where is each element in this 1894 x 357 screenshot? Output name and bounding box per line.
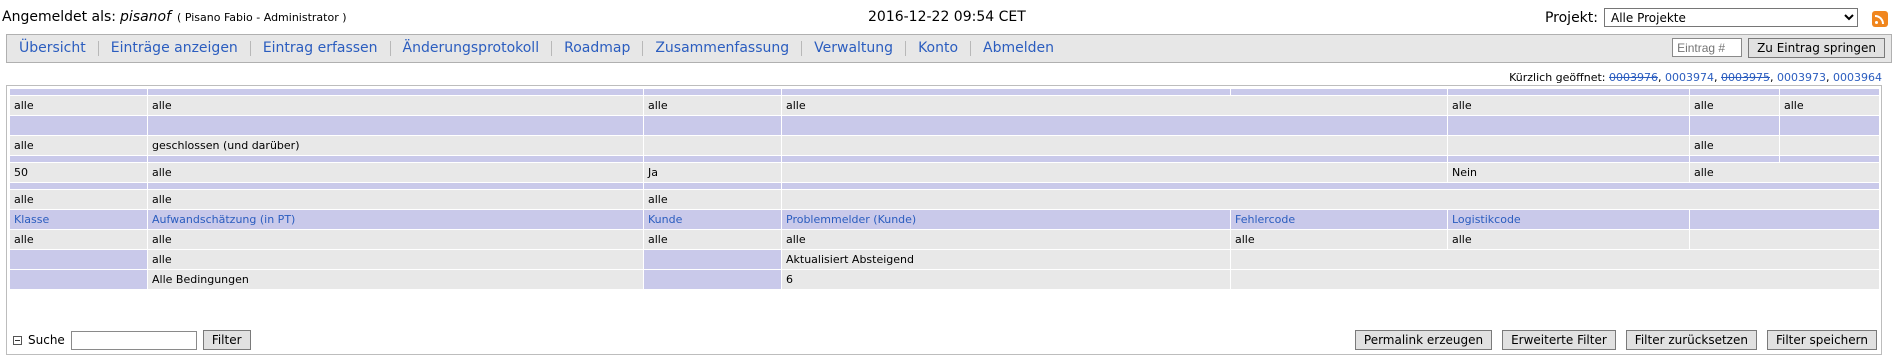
filter-value[interactable]: alle	[1779, 95, 1880, 116]
filter-header-row	[9, 115, 1880, 136]
filter-value[interactable]: alle	[1230, 229, 1448, 250]
filter-value[interactable]: 50	[9, 162, 148, 183]
filter-action-buttons: Permalink erzeugen Erweiterte Filter Fil…	[1354, 330, 1877, 350]
filter-value[interactable]: alle	[9, 95, 148, 116]
recent-link[interactable]: 0003964	[1833, 71, 1882, 84]
recent-link[interactable]: 0003976	[1609, 71, 1658, 84]
filter-button[interactable]: Filter	[202, 330, 251, 350]
filter-value-row: alle alle alle	[9, 189, 1880, 210]
recently-opened: Kürzlich geöffnet: 0003976, 0003974, 000…	[1509, 71, 1882, 84]
filter-value[interactable]: alle	[643, 189, 782, 210]
main-menu-bar: Übersicht Einträge anzeigen Eintrag erfa…	[6, 34, 1892, 63]
filter-value[interactable]: Nein	[1447, 162, 1690, 183]
menu-item-konto[interactable]: Konto	[906, 41, 972, 56]
filter-value-row: 50 alle Ja Nein alle	[9, 162, 1880, 183]
custom-field-value-row: alle alle alle alle alle alle	[9, 229, 1880, 250]
top-bar: Angemeldet als: pisanof ( Pisano Fabio - A…	[0, 0, 1894, 34]
main-menu: Übersicht Einträge anzeigen Eintrag erfa…	[7, 41, 1066, 56]
filter-value[interactable]: Ja	[643, 162, 782, 183]
filter-value[interactable]: alle	[147, 229, 644, 250]
filter-label-kunde[interactable]: Kunde	[643, 209, 782, 230]
filter-actions-bar: Suche Filter Permalink erzeugen Erweiter…	[11, 328, 1877, 350]
filter-value[interactable]: alle	[9, 189, 148, 210]
reset-filter-button[interactable]: Filter zurücksetzen	[1625, 330, 1757, 350]
filter-value-row: alle geschlossen (und darüber) alle	[9, 135, 1880, 156]
menu-item-uebersicht[interactable]: Übersicht	[7, 41, 99, 56]
match-type-value[interactable]: Alle Bedingungen	[147, 269, 644, 290]
project-selector: Projekt: Alle Projekte	[1545, 8, 1858, 27]
filter-value[interactable]: geschlossen (und darüber)	[147, 135, 644, 156]
menu-item-aenderungsprotokoll[interactable]: Änderungsprotokoll	[391, 41, 553, 56]
sort-value[interactable]: Aktualisiert Absteigend	[781, 249, 1231, 270]
rss-icon[interactable]	[1872, 11, 1888, 27]
advanced-filter-button[interactable]: Erweiterte Filter	[1502, 330, 1616, 350]
filter-label-klasse[interactable]: Klasse	[9, 209, 148, 230]
filter-header-row	[9, 88, 1880, 96]
menu-item-verwaltung[interactable]: Verwaltung	[802, 41, 907, 56]
recently-opened-label: Kürzlich geöffnet:	[1509, 71, 1606, 84]
search-input[interactable]	[70, 330, 197, 350]
filter-value-row: alle alle alle alle alle alle alle	[9, 95, 1880, 116]
filter-header-row	[9, 182, 1880, 190]
menu-item-eintraege-anzeigen[interactable]: Einträge anzeigen	[99, 41, 251, 56]
filter-value[interactable]: alle	[1689, 135, 1780, 156]
filter-value[interactable]: 6	[781, 269, 1231, 290]
filter-label-aufwand[interactable]: Aufwandschätzung (in PT)	[147, 209, 644, 230]
filter-value[interactable]: alle	[643, 229, 782, 250]
menu-item-eintrag-erfassen[interactable]: Eintrag erfassen	[251, 41, 391, 56]
entry-number-input[interactable]	[1672, 38, 1743, 57]
search-area: Suche Filter	[13, 330, 251, 350]
filter-value[interactable]: alle	[1447, 229, 1690, 250]
filter-table: alle alle alle alle alle alle alle alle …	[9, 88, 1880, 290]
save-filter-button[interactable]: Filter speichern	[1766, 330, 1877, 350]
filter-value[interactable]: alle	[781, 95, 1448, 116]
project-label: Projekt:	[1544, 9, 1598, 26]
search-label: Suche	[28, 333, 65, 347]
filter-value[interactable]: alle	[147, 162, 644, 183]
menu-item-zusammenfassung[interactable]: Zusammenfassung	[643, 41, 803, 56]
project-select[interactable]: Alle Projekte	[1604, 8, 1858, 27]
menu-item-roadmap[interactable]: Roadmap	[552, 41, 644, 56]
filter-label-logistikcode[interactable]: Logistikcode	[1447, 209, 1690, 230]
current-datetime: 2016-12-22 09:54 CET	[868, 9, 1026, 25]
filter-value[interactable]: alle	[9, 135, 148, 156]
login-label: Angemeldet als:	[2, 9, 117, 25]
jump-to-entry-button[interactable]: Zu Eintrag springen	[1748, 38, 1885, 58]
filter-value[interactable]: alle	[1447, 95, 1690, 116]
custom-field-label-row: Klasse Aufwandschätzung (in PT) Kunde Pr…	[9, 209, 1880, 230]
menu-item-abmelden[interactable]: Abmelden	[971, 41, 1066, 56]
recent-link[interactable]: 0003974	[1665, 71, 1714, 84]
filter-value[interactable]: alle	[1689, 162, 1880, 183]
jump-to-entry: Zu Eintrag springen	[1672, 38, 1885, 58]
filter-header-row	[9, 155, 1880, 163]
filter-value[interactable]: alle	[1689, 95, 1780, 116]
filter-label-fehlercode[interactable]: Fehlercode	[1230, 209, 1448, 230]
filter-value-row: Alle Bedingungen 6	[9, 269, 1880, 290]
filter-panel: alle alle alle alle alle alle alle alle …	[6, 85, 1882, 355]
recent-link[interactable]: 0003973	[1777, 71, 1826, 84]
filter-value[interactable]: alle	[9, 229, 148, 250]
filter-label-problemmelder[interactable]: Problemmelder (Kunde)	[781, 209, 1231, 230]
collapse-icon[interactable]	[13, 335, 22, 345]
filter-value-row: alle Aktualisiert Absteigend	[9, 249, 1880, 270]
filter-value[interactable]: alle	[147, 249, 644, 270]
recent-link[interactable]: 0003975	[1721, 71, 1770, 84]
filter-value[interactable]: alle	[147, 189, 644, 210]
filter-value[interactable]: alle	[781, 229, 1231, 250]
login-info: Angemeldet als: pisanof ( Pisano Fabio - A…	[2, 9, 347, 25]
filter-value[interactable]: alle	[147, 95, 644, 116]
filter-value[interactable]: alle	[643, 95, 782, 116]
user-role: ( Pisano Fabio - Administrator )	[177, 11, 347, 24]
username[interactable]: pisanof	[120, 9, 171, 25]
permalink-button[interactable]: Permalink erzeugen	[1354, 330, 1493, 350]
